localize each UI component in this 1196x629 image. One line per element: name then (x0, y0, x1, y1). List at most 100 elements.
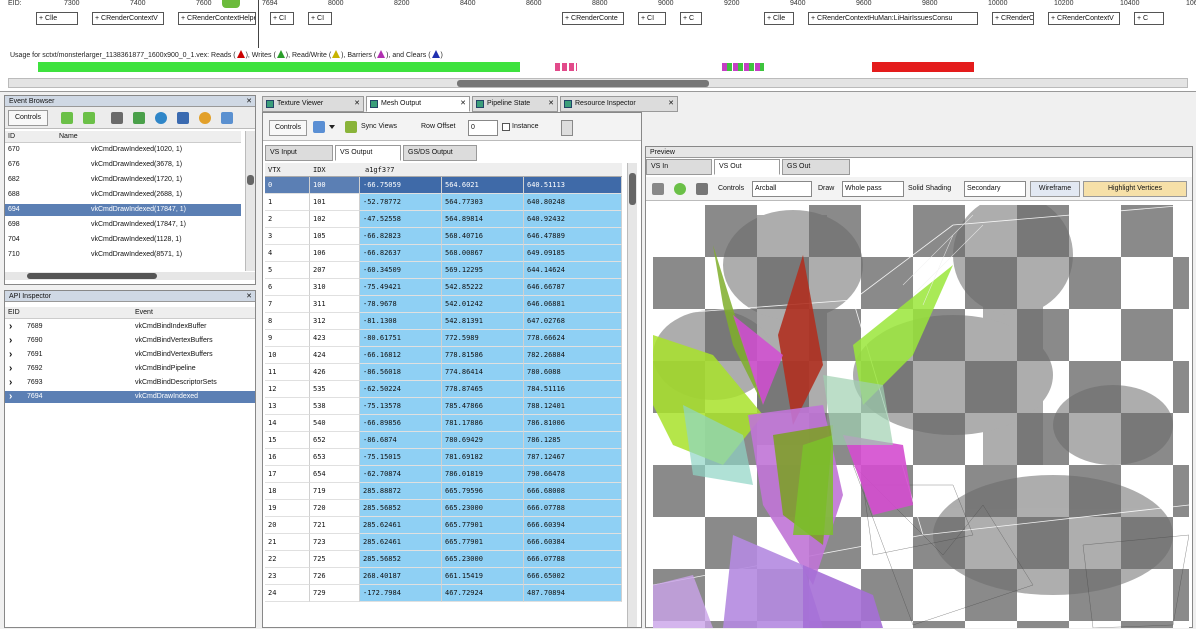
colors-icon[interactable] (199, 112, 211, 124)
mesh-controls-button[interactable]: Controls (269, 120, 307, 136)
eid-column-header[interactable]: ID (8, 131, 15, 143)
timeline-scrollbar[interactable] (8, 78, 1188, 88)
event-row[interactable]: 698 vkCmdDrawIndexed(17847, 1) (5, 219, 241, 231)
tab-texture-viewer[interactable]: Texture Viewer ✕ (262, 96, 364, 112)
name-column-header[interactable]: Name (59, 131, 78, 143)
event-row[interactable]: 688 vkCmdDrawIndexed(2688, 1) (5, 189, 241, 201)
vtx-column-header[interactable]: VTX (268, 163, 281, 177)
table-row[interactable]: 10 424 -66.16812 778.81586 782.26884 (265, 347, 622, 364)
close-tab-icon[interactable]: ✕ (548, 97, 554, 111)
table-row[interactable]: 15 652 -86.6874 780.69429 786.1285 (265, 432, 622, 449)
table-row[interactable]: 18 719 285.88872 665.79596 666.68008 (265, 483, 622, 500)
api-call-row[interactable]: › 7693 vkCmdBindDescriptorSets (5, 377, 255, 389)
table-row[interactable]: 1 101 -52.78772 564.77303 640.80248 (265, 194, 622, 211)
timeline-clock-icon[interactable] (155, 112, 167, 124)
api-call-row[interactable]: › 7691 vkCmdBindVertexBuffers (5, 349, 255, 361)
back-arrow-icon[interactable] (61, 112, 73, 124)
close-tab-icon[interactable]: ✕ (460, 97, 466, 111)
sync-views-label[interactable]: Sync Views (361, 123, 397, 130)
tab-gs-out[interactable]: GS Out (782, 159, 850, 175)
close-tab-icon[interactable]: ✕ (668, 97, 674, 111)
event-row[interactable]: 676 vkCmdDrawIndexed(3678, 1) (5, 159, 241, 171)
expand-chevron-icon[interactable]: › (9, 377, 12, 389)
close-tab-icon[interactable]: ✕ (354, 97, 360, 111)
timeline-marker[interactable]: + Clle (36, 12, 78, 25)
expand-chevron-icon[interactable]: › (9, 391, 12, 403)
tab-resource-inspector[interactable]: Resource Inspector ✕ (560, 96, 678, 112)
timeline-marker[interactable]: + Clle (764, 12, 794, 25)
timeline-marker[interactable]: + CI (638, 12, 666, 25)
camera-mode-select[interactable]: Arcball (752, 181, 812, 197)
api-call-row[interactable]: › 7690 vkCmdBindVertexBuffers (5, 335, 255, 347)
forward-arrow-icon[interactable] (83, 112, 95, 124)
api-eid-column-header[interactable]: EID (8, 307, 20, 319)
table-row[interactable]: 0 100 -66.75059 564.6021 640.51113 (265, 177, 622, 194)
view-select-icon[interactable] (313, 121, 325, 133)
event-list-hscroll[interactable] (5, 272, 255, 280)
refresh-icon[interactable] (674, 183, 686, 195)
settings-icon[interactable] (221, 112, 233, 124)
table-row[interactable]: 17 654 -62.70874 786.01819 790.66478 (265, 466, 622, 483)
api-call-row[interactable]: › 7692 vkCmdBindPipeline (5, 363, 255, 375)
timeline-scrollbar-thumb[interactable] (457, 80, 709, 87)
table-row[interactable]: 24 729 -172.7984 467.72924 487.70894 (265, 585, 622, 602)
tab-vs-out[interactable]: VS Out (714, 159, 780, 175)
table-row[interactable]: 21 723 285.62461 665.77901 666.60384 (265, 534, 622, 551)
table-row[interactable]: 8 312 -81.1308 542.81391 647.02768 (265, 313, 622, 330)
export-icon[interactable] (177, 112, 189, 124)
timeline-marker[interactable]: + C (680, 12, 702, 25)
draw-range-select[interactable]: Whole pass (842, 181, 904, 197)
timeline-marker[interactable]: + CRenderContextHelper (178, 12, 256, 25)
expand-chevron-icon[interactable]: › (9, 363, 12, 375)
mesh-data-table[interactable]: 0 100 -66.75059 564.6021 640.51113 1 101 -52.78… (265, 177, 622, 629)
instance-checkbox[interactable] (502, 123, 510, 131)
api-call-row[interactable]: › 7694 vkCmdDrawIndexed (5, 391, 255, 403)
tab-mesh-output[interactable]: Mesh Output ✕ (366, 96, 470, 112)
event-row[interactable]: 670 vkCmdDrawIndexed(1020, 1) (5, 144, 241, 156)
expand-chevron-icon[interactable]: › (9, 349, 12, 361)
reset-camera-icon[interactable] (652, 183, 664, 195)
solid-shading-select[interactable]: Secondary (964, 181, 1026, 197)
timeline-bar[interactable]: EID: 7300 7400 7600 7694 8000 8200 8400 8600 8800… (0, 0, 1196, 92)
timeline-marker[interactable]: + CI (270, 12, 294, 25)
table-row[interactable]: 2 102 -47.52558 564.89814 640.92432 (265, 211, 622, 228)
timeline-marker[interactable]: + C (1134, 12, 1164, 25)
timeline-marker[interactable]: + CRenderContextV (1048, 12, 1120, 25)
tab-gs-ds-output[interactable]: GS/DS Output (403, 145, 477, 161)
table-row[interactable]: 23 726 268.40187 661.15419 666.65002 (265, 568, 622, 585)
close-icon[interactable]: ✕ (246, 96, 252, 107)
table-row[interactable]: 5 207 -60.34509 569.12295 644.14624 (265, 262, 622, 279)
sync-views-icon[interactable] (345, 121, 357, 133)
table-row[interactable]: 3 105 -66.82823 568.40716 646.47889 (265, 228, 622, 245)
idx-column-header[interactable]: IDX (313, 163, 326, 177)
timeline-marker[interactable]: + CRenderConte (562, 12, 624, 25)
timeline-marker[interactable]: + CRenderC (992, 12, 1034, 25)
row-offset-input[interactable]: 0 (468, 120, 498, 136)
position-column-header[interactable]: a1gf3?7 (365, 163, 395, 177)
event-browser-controls-button[interactable]: Controls (8, 110, 48, 126)
mesh-table-scrollbar[interactable] (627, 163, 637, 627)
tab-vs-input[interactable]: VS Input (265, 145, 333, 161)
table-row[interactable]: 12 535 -62.50224 778.87465 784.51116 (265, 381, 622, 398)
table-row[interactable]: 9 423 -80.61751 772.5989 778.66624 (265, 330, 622, 347)
table-row[interactable]: 6 310 -75.49421 542.85222 646.66787 (265, 279, 622, 296)
pick-vertex-icon[interactable] (696, 183, 708, 195)
tab-pipeline-state[interactable]: Pipeline State ✕ (472, 96, 558, 112)
timeline-marker[interactable]: + CRenderContextV (92, 12, 164, 25)
event-row[interactable]: 694 vkCmdDrawIndexed(17847, 1) (5, 204, 241, 216)
find-binoculars-icon[interactable] (111, 112, 123, 124)
event-row[interactable]: 704 vkCmdDrawIndexed(1128, 1) (5, 234, 241, 246)
table-row[interactable]: 11 426 -86.56018 774.86414 780.6088 (265, 364, 622, 381)
bookmark-flag-icon[interactable] (133, 112, 145, 124)
table-row[interactable]: 19 720 285.56852 665.23000 666.07788 (265, 500, 622, 517)
table-row[interactable]: 13 538 -75.13578 785.47866 788.12401 (265, 398, 622, 415)
table-row[interactable]: 7 311 -78.9678 542.01242 646.06881 (265, 296, 622, 313)
api-event-column-header[interactable]: Event (135, 307, 153, 319)
event-list-scrollbar[interactable] (245, 131, 255, 271)
timeline-marker[interactable]: + CRenderContextHuMan:LiHairIssuesConsu (808, 12, 978, 25)
timeline-marker[interactable]: + CI (308, 12, 332, 25)
table-row[interactable]: 4 106 -66.82637 568.00867 649.09185 (265, 245, 622, 262)
table-row[interactable]: 22 725 285.56852 665.23000 666.07788 (265, 551, 622, 568)
mesh-preview-viewport[interactable] (653, 205, 1189, 628)
tab-vs-in[interactable]: VS In (646, 159, 712, 175)
